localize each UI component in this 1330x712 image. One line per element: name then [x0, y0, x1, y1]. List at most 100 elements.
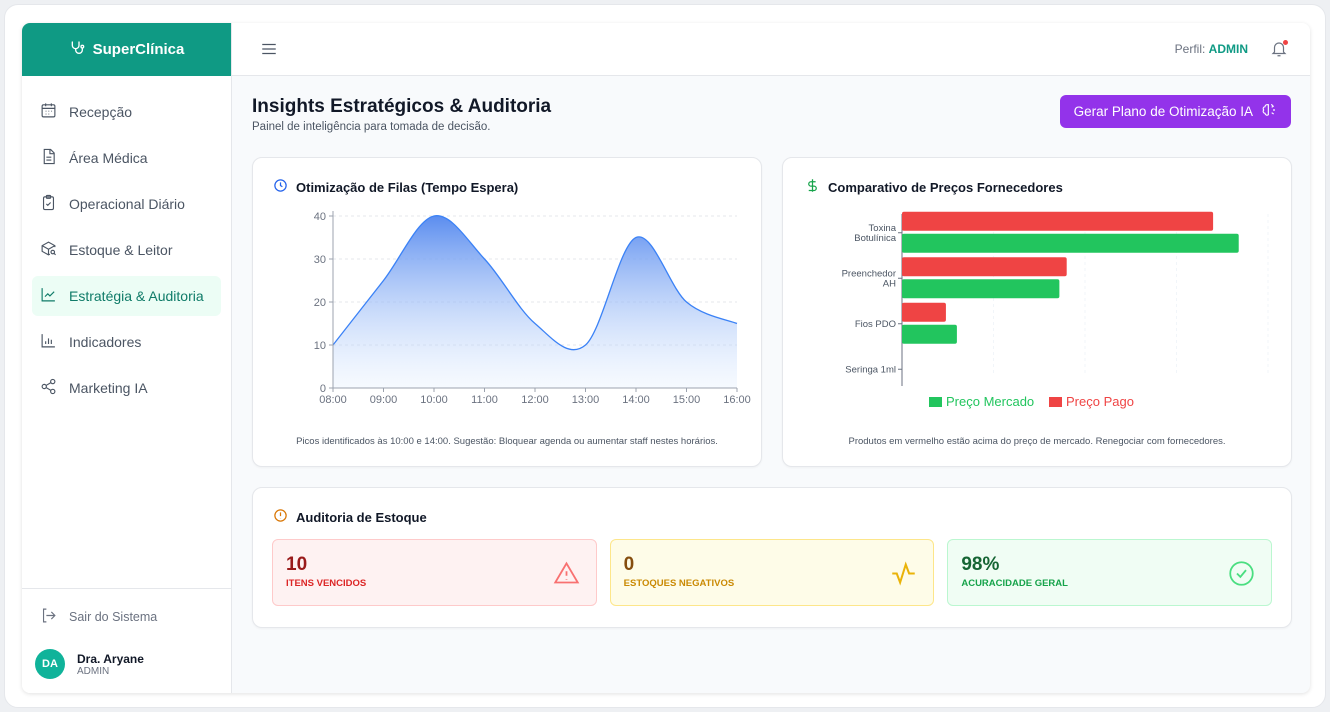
category-label-line: Fios PDO	[855, 319, 896, 330]
clock-icon	[273, 178, 288, 196]
x-tick-label: 10:00	[420, 394, 448, 406]
bar-chart-icon	[40, 332, 57, 352]
x-tick-label: 15:00	[673, 394, 701, 406]
file-text-icon	[40, 148, 57, 168]
x-tick-label: 14:00	[622, 394, 650, 406]
y-tick-label: 10	[314, 340, 326, 352]
alert-triangle-icon	[553, 561, 579, 584]
sidebar-item-label: Estratégia & Auditoria	[69, 288, 204, 304]
sidebar-item-label: Marketing IA	[69, 380, 148, 396]
dollar-icon	[805, 178, 820, 196]
stat-value: 0	[623, 554, 635, 575]
bell-icon[interactable]	[1270, 40, 1288, 58]
logout-icon	[40, 607, 57, 627]
profile-label: Perfil: ADMIN	[1175, 42, 1248, 56]
sidebar-item-marketing[interactable]: Marketing IA	[32, 368, 221, 408]
sidebar-item-label: Área Médica	[69, 150, 148, 166]
package-search-icon	[40, 240, 57, 260]
bar-market	[902, 279, 1060, 299]
sidebar-item-recepcao[interactable]: Recepção	[32, 92, 221, 132]
logout-label: Sair do Sistema	[69, 610, 158, 624]
menu-icon[interactable]	[260, 40, 278, 58]
card-title: Otimização de Filas (Tempo Espera)	[273, 178, 518, 196]
stat-value: 10	[286, 554, 308, 575]
sidebar-item-label: Operacional Diário	[69, 196, 185, 212]
brain-icon	[1261, 102, 1277, 121]
user-name: Dra. Aryane	[77, 651, 144, 666]
category-label-line: Botulínica	[854, 233, 896, 244]
brand[interactable]: SuperClínica	[22, 23, 231, 76]
generate-ai-plan-button[interactable]: Gerar Plano de Otimização IA	[1059, 95, 1291, 128]
stat-label: ITENS VENCIDOS	[286, 578, 367, 589]
profile-role: ADMIN	[1208, 42, 1248, 56]
sidebar-item-estoque[interactable]: Estoque & Leitor	[32, 230, 221, 270]
x-tick-label: 12:00	[521, 394, 549, 406]
sidebar-item-indicadores[interactable]: Indicadores	[32, 322, 221, 362]
x-tick-label: 13:00	[572, 394, 600, 406]
supplier-price-card: Comparativo de Preços Fornecedores Toxin…	[782, 157, 1292, 467]
price-card-title: Comparativo de Preços Fornecedores	[828, 179, 1063, 195]
accuracy-stat[interactable]: 98% ACURACIDADE GERAL	[947, 539, 1273, 606]
card-title: Auditoria de Estoque	[273, 508, 427, 526]
brand-name: SuperClínica	[92, 41, 185, 58]
y-tick-label: 40	[314, 211, 326, 223]
y-tick-label: 20	[314, 297, 326, 309]
stat-value: 98%	[961, 554, 1000, 575]
user-profile[interactable]: DA Dra. Aryane ADMIN	[22, 645, 231, 693]
main-area: Perfil: ADMIN Insights Estratégicos & Au…	[232, 23, 1310, 693]
x-tick-label: 11:00	[471, 394, 498, 406]
bar-paid	[902, 211, 1214, 231]
category-label: Toxina Botulínica	[854, 223, 896, 244]
notification-dot	[1283, 40, 1288, 45]
user-role: ADMIN	[77, 665, 110, 677]
x-tick-label: 08:00	[319, 394, 347, 406]
area-fill	[333, 215, 737, 388]
share-icon	[40, 378, 57, 398]
check-circle-icon	[1229, 561, 1254, 586]
legend-label: Preço Mercado	[946, 394, 1034, 409]
sidebar-item-operacional[interactable]: Operacional Diário	[32, 184, 221, 224]
calendar-icon	[40, 102, 57, 122]
wait-time-area-chart: 01020304008:00 09:00 10:00 11:00 12:00 13:00 1…	[314, 211, 751, 406]
queue-optimization-card: Otimização de Filas (Tempo Espera) 0 10 20…	[252, 157, 762, 467]
stock-audit-card: Auditoria de Estoque 10 ITENS VENCIDOS 0…	[252, 487, 1292, 628]
ai-button-label: Gerar Plano de Otimização IA	[1073, 104, 1253, 119]
topbar: Perfil: ADMIN	[232, 23, 1310, 76]
logout-button[interactable]: Sair do Sistema	[22, 589, 231, 645]
avatar: DA	[35, 649, 65, 679]
sidebar-nav: Recepção Área Médica Operacional Diário …	[22, 76, 231, 408]
stethoscope-icon	[69, 40, 85, 60]
legend-label: Preço Pago	[1066, 394, 1134, 409]
alert-circle-icon	[273, 508, 288, 526]
sidebar-item-area-medica[interactable]: Área Médica	[32, 138, 221, 178]
stat-label: ACURACIDADE GERAL	[961, 578, 1068, 589]
content: Insights Estratégicos & Auditoria Painel…	[232, 76, 1310, 133]
queue-card-title: Otimização de Filas (Tempo Espera)	[296, 179, 519, 195]
card-title: Comparativo de Preços Fornecedores	[805, 178, 1063, 196]
category-label: Seringa 1ml	[845, 364, 896, 375]
legend-swatch	[929, 397, 942, 407]
sidebar-item-label: Estoque & Leitor	[69, 242, 173, 258]
x-tick-label: 09:00	[370, 394, 398, 406]
x-tick-label: 16:00	[723, 394, 751, 406]
audit-card-title: Auditoria de Estoque	[296, 509, 427, 525]
sidebar-item-label: Indicadores	[69, 334, 142, 350]
bar-paid	[902, 257, 1067, 277]
legend-swatch	[1049, 397, 1062, 407]
bar-market	[902, 324, 957, 344]
clipboard-check-icon	[40, 194, 57, 214]
line-chart-icon	[40, 286, 57, 306]
y-tick-label: 30	[314, 254, 326, 266]
profile-prefix: Perfil:	[1174, 42, 1206, 56]
category-label-line: AH	[883, 278, 896, 289]
app-window: SuperClínica Recepção Área Médica Operac…	[22, 23, 1310, 693]
expired-items-stat[interactable]: 10 ITENS VENCIDOS	[272, 539, 597, 606]
queue-card-note: Picos identificados às 10:00 e 14:00. Su…	[296, 436, 718, 447]
sidebar: SuperClínica Recepção Área Médica Operac…	[22, 23, 232, 693]
negative-stock-stat[interactable]: 0 ESTOQUES NEGATIVOS	[609, 539, 935, 606]
category-label: Fios PDO	[855, 319, 896, 330]
category-label-line: Seringa 1ml	[845, 364, 896, 375]
sidebar-item-label: Recepção	[69, 104, 133, 120]
sidebar-item-estrategia[interactable]: Estratégia & Auditoria	[32, 276, 221, 316]
audit-stats: 10 ITENS VENCIDOS 0 ESTOQUES NEGATIVOS 9…	[272, 539, 1273, 606]
